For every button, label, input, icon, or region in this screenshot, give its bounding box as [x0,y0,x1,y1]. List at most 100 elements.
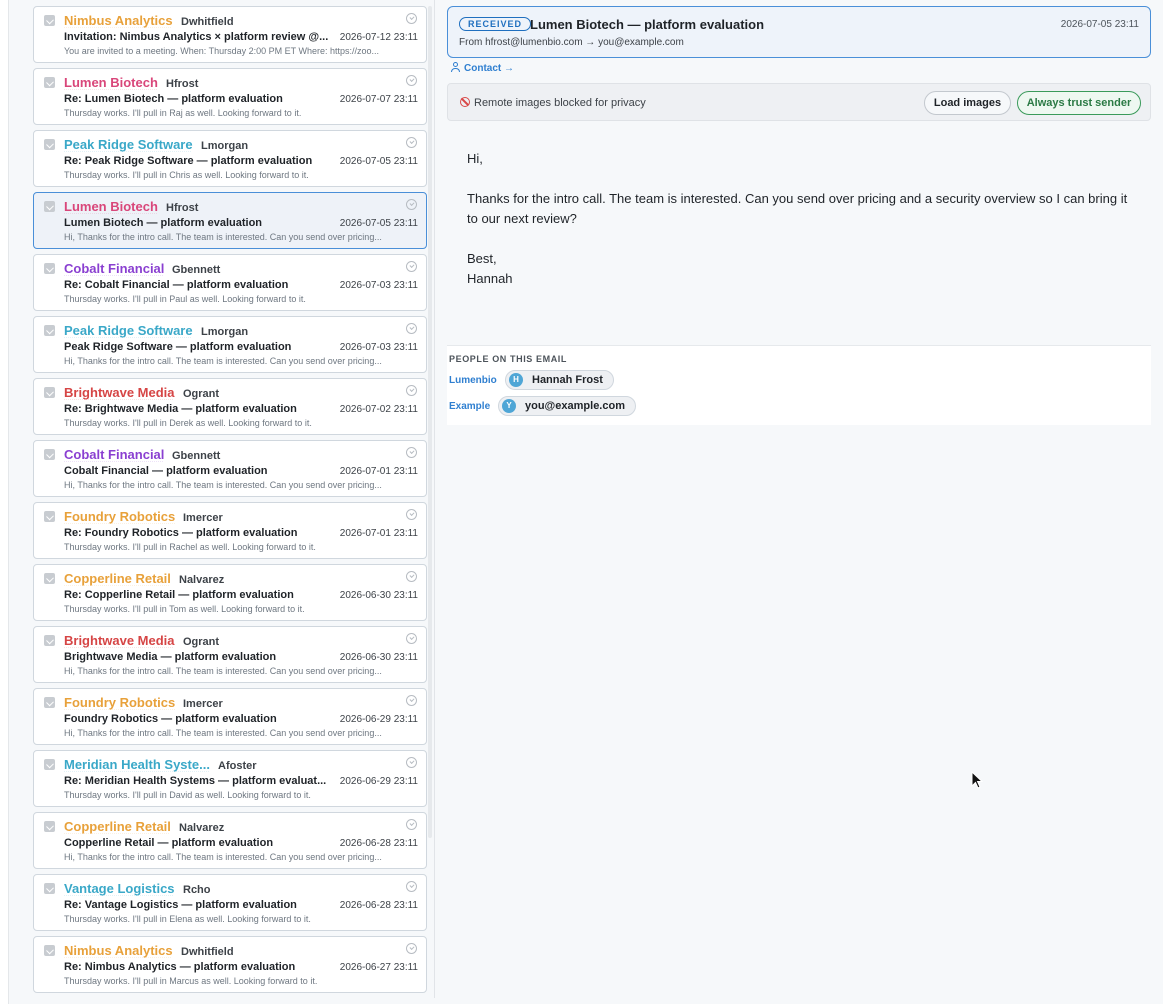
person-chip[interactable]: H Hannah Frost [505,370,614,390]
avatar: H [509,373,523,387]
message-list-item[interactable]: Cobalt Financial Gbennett Re: Cobalt Finan… [33,254,427,311]
company-name[interactable]: Peak Ridge Software [64,137,193,152]
check-circle-icon[interactable] [406,695,417,706]
message-date: 2026-06-28 23:11 [339,838,418,849]
message-date: 2026-07-01 23:11 [339,466,418,477]
check-circle-icon[interactable] [406,819,417,830]
message-snippet: Thursday works. I'll pull in Derek as we… [64,418,312,428]
message-subject: Peak Ridge Software — platform evaluatio… [64,341,292,353]
check-circle-icon[interactable] [406,571,417,582]
check-circle-icon[interactable] [406,943,417,954]
message-subject: Copperline Retail — platform evaluation [64,837,274,849]
person-name: you@example.com [525,400,625,412]
check-circle-icon[interactable] [406,881,417,892]
message-list-item[interactable]: Nimbus Analytics Dwhitfield Re: Nimbus Ana… [33,936,427,993]
message-list-item[interactable]: Foundry Robotics Imercer Re: Foundry Robot… [33,502,427,559]
message-list-item[interactable]: Peak Ridge Software Lmorgan Re: Peak Ridge… [33,130,427,187]
received-badge: RECEIVED [459,17,532,31]
company-name[interactable]: Copperline Retail [64,571,171,586]
check-circle-icon[interactable] [406,447,417,458]
company-name[interactable]: Peak Ridge Software [64,323,193,338]
always-trust-sender-button[interactable]: Always trust sender [1017,91,1141,115]
message-subject: Re: Vantage Logistics — platform evaluat… [64,899,297,911]
person-icon [451,62,460,72]
company-name[interactable]: Foundry Robotics [64,509,175,524]
body-signature-name: Hannah [467,271,513,286]
check-circle-icon[interactable] [406,385,417,396]
lead-icon[interactable] [44,139,55,150]
lead-icon[interactable] [44,511,55,522]
company-name[interactable]: Lumen Biotech [64,199,158,214]
lead-icon[interactable] [44,883,55,894]
check-circle-icon[interactable] [406,13,417,24]
company-name[interactable]: Brightwave Media [64,385,175,400]
check-circle-icon[interactable] [406,633,417,644]
avatar: Y [502,399,516,413]
lead-icon[interactable] [44,77,55,88]
message-header: RECEIVED Lumen Biotech — platform evalua… [447,6,1151,58]
contact-link[interactable]: Contact → [451,62,514,74]
person-chip[interactable]: Yyou@example.com [498,396,636,416]
company-name[interactable]: Cobalt Financial [64,261,164,276]
lead-icon[interactable] [44,15,55,26]
pane-divider[interactable] [434,0,435,998]
check-circle-icon[interactable] [406,137,417,148]
message-list-item[interactable]: Foundry Robotics Imercer Foundry Robotics … [33,688,427,745]
company-name[interactable]: Nimbus Analytics [64,943,173,958]
message-snippet: Thursday works. I'll pull in Raj as well… [64,108,302,118]
company-name[interactable]: Foundry Robotics [64,695,175,710]
lead-icon[interactable] [44,697,55,708]
check-circle-icon[interactable] [406,75,417,86]
lead-icon[interactable] [44,387,55,398]
message-subject: Re: Copperline Retail — platform evaluat… [64,589,294,601]
message-snippet: Hi, Thanks for the intro call. The team … [64,232,382,242]
lead-icon[interactable] [44,635,55,646]
lead-icon[interactable] [44,263,55,274]
check-circle-icon[interactable] [406,199,417,210]
message-date: 2026-07-02 23:11 [339,404,418,415]
message-list-item[interactable]: Lumen Biotech Hfrost Re: Lumen Biotech — p… [33,68,427,125]
message-list-item[interactable]: Meridian Health Syste... Afoster Re: Merid… [33,750,427,807]
company-name[interactable]: Brightwave Media [64,633,175,648]
lead-icon[interactable] [44,821,55,832]
check-circle-icon[interactable] [406,323,417,334]
message-snippet: Hi, Thanks for the intro call. The team … [64,666,382,676]
org-label: Example [449,401,491,412]
message-list-item[interactable]: Brightwave Media Ogrant Brightwave Media —… [33,626,427,683]
company-name[interactable]: Copperline Retail [64,819,171,834]
check-circle-icon[interactable] [406,261,417,272]
message-list-item[interactable]: Brightwave Media Ogrant Re: Brightwave Med… [33,378,427,435]
company-name[interactable]: Cobalt Financial [64,447,164,462]
message-list-item[interactable]: Vantage Logistics Rcho Re: Vantage Logisti… [33,874,427,931]
list-scrollbar[interactable] [428,6,432,838]
message-list-item[interactable]: Cobalt Financial Gbennett Cobalt Financial… [33,440,427,497]
company-name[interactable]: Nimbus Analytics [64,13,173,28]
lead-icon[interactable] [44,325,55,336]
message-date: 2026-06-28 23:11 [339,900,418,911]
message-list-item[interactable]: Peak Ridge Software Lmorgan Peak Ridge Sof… [33,316,427,373]
message-list-item[interactable]: Nimbus Analytics Dwhitfield Invitation: Ni… [33,6,427,63]
lead-icon[interactable] [44,449,55,460]
sender-name: Hfrost [166,78,199,90]
company-name[interactable]: Lumen Biotech [64,75,158,90]
load-images-button[interactable]: Load images [924,91,1011,115]
message-subject: Lumen Biotech — platform evaluation [64,217,263,229]
lead-icon[interactable] [44,759,55,770]
sender-name: Hfrost [166,202,199,214]
company-name[interactable]: Meridian Health Syste... [64,757,210,772]
check-circle-icon[interactable] [406,757,417,768]
message-list-item[interactable]: Copperline Retail Nalvarez Copperline Reta… [33,812,427,869]
lead-icon[interactable] [44,573,55,584]
images-blocked-notice: Remote images blocked for privacy [460,97,646,109]
sender-name: Afoster [218,760,257,772]
message-list-item[interactable]: Copperline Retail Nalvarez Re: Copperline … [33,564,427,621]
lead-icon[interactable] [44,201,55,212]
company-name[interactable]: Vantage Logistics [64,881,175,896]
message-subject: Re: Foundry Robotics — platform evaluati… [64,527,298,539]
message-date: 2026-06-29 23:11 [339,714,418,725]
message-date: 2026-07-05 23:11 [339,156,418,167]
message-list-item[interactable]: Lumen Biotech Hfrost Lumen Biotech — platf… [33,192,427,249]
check-circle-icon[interactable] [406,509,417,520]
lead-icon[interactable] [44,945,55,956]
body-greeting: Hi, [467,151,483,166]
